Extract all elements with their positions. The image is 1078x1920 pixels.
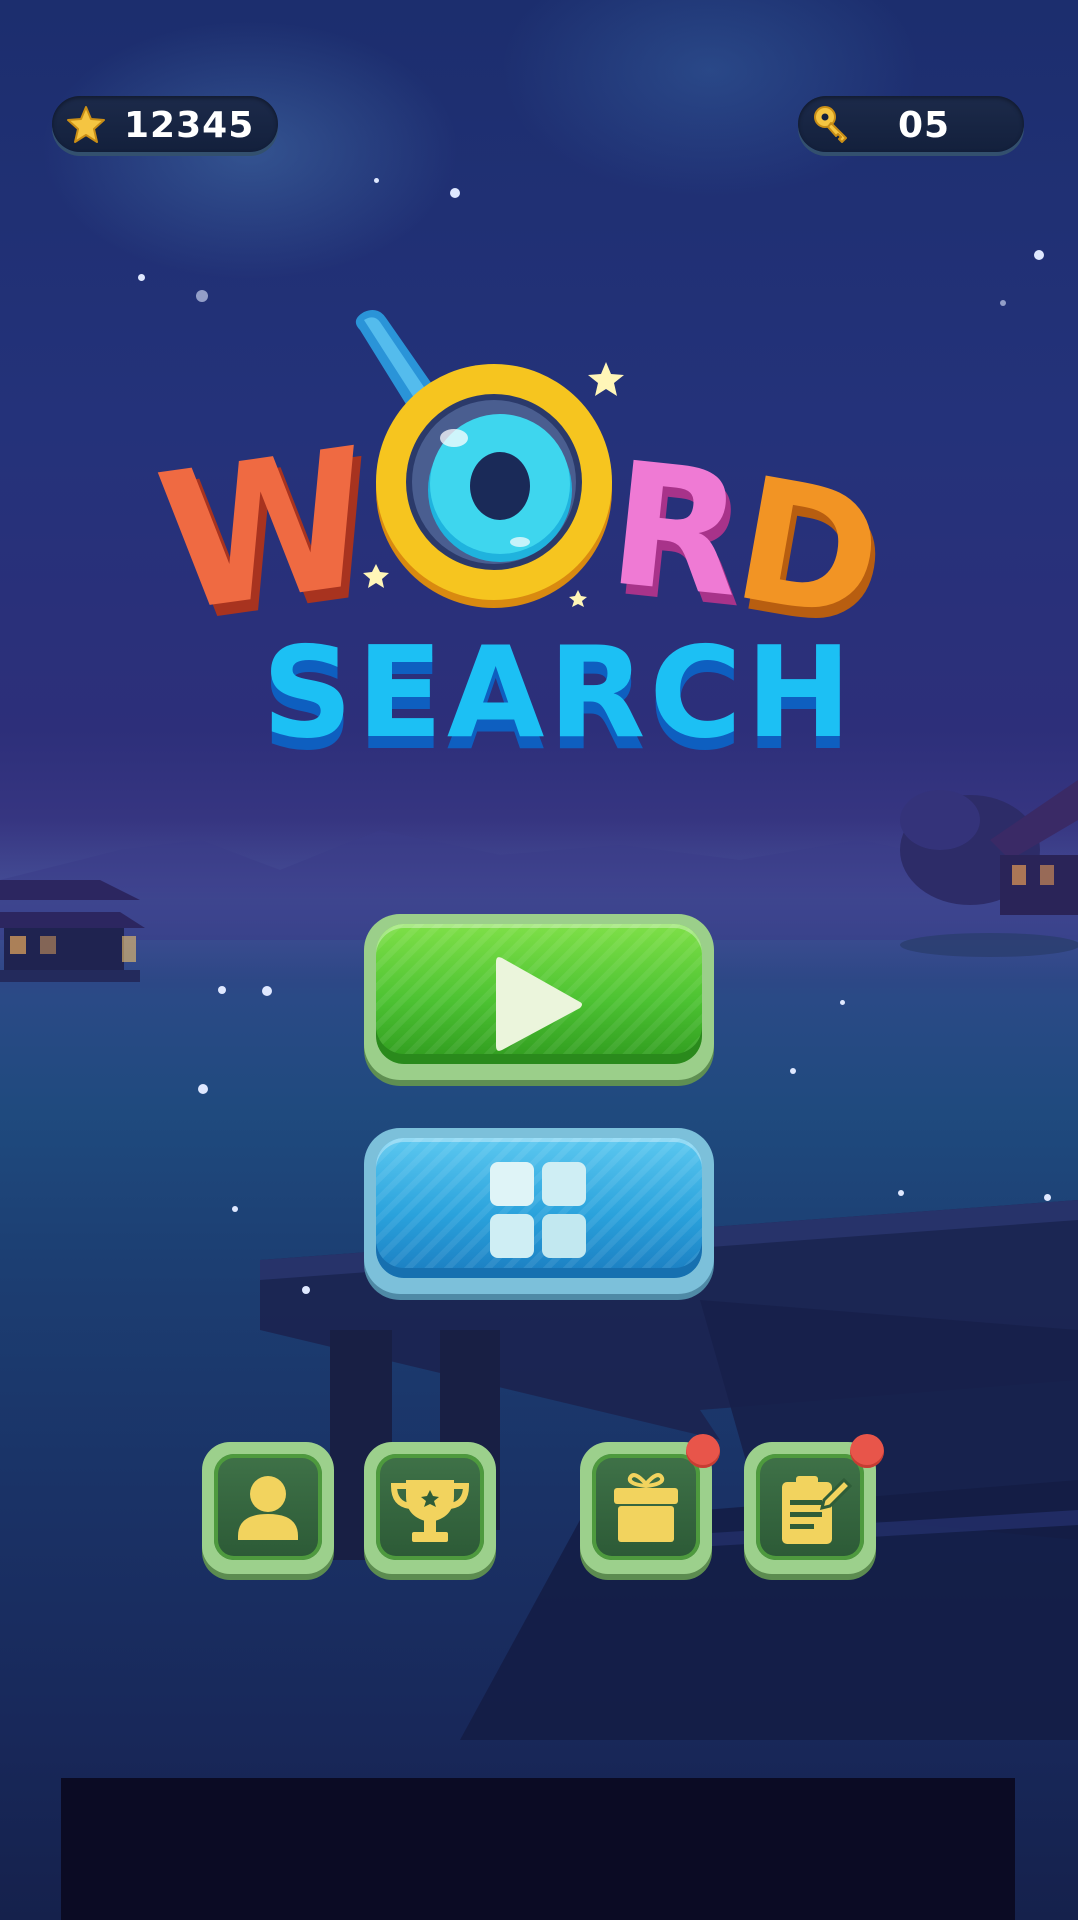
coin-count: 12345 (124, 105, 255, 146)
key-count: 05 (898, 105, 951, 146)
coin-counter[interactable]: 12345 (52, 96, 278, 152)
play-button[interactable] (364, 914, 714, 1080)
logo-letter-w: W (150, 407, 385, 655)
notification-badge (850, 1434, 884, 1468)
notification-badge (686, 1434, 720, 1468)
sparkle (138, 274, 145, 281)
sparkle (374, 178, 379, 183)
play-icon (496, 957, 582, 1051)
ad-banner-area[interactable] (61, 1778, 1015, 1920)
sparkle-star-icon (588, 362, 624, 396)
sparkle (1034, 250, 1044, 260)
sparkle (840, 1000, 845, 1005)
sparkle (450, 188, 460, 198)
user-icon (238, 1476, 298, 1540)
game-logo: W W R R D D SEARCH SEARCH (150, 310, 899, 760)
sparkle-star-icon (569, 590, 587, 607)
sparkle (198, 1084, 208, 1094)
sparkle (1000, 300, 1006, 306)
profile-button[interactable] (202, 1442, 334, 1574)
sparkle (898, 1190, 904, 1196)
sparkle (232, 1206, 238, 1212)
tasks-button[interactable] (744, 1434, 884, 1574)
key-icon (814, 106, 847, 143)
trophy-icon (390, 1480, 470, 1542)
levels-button[interactable] (364, 1128, 714, 1294)
play-button-face (376, 924, 702, 1064)
leaderboard-button[interactable] (364, 1442, 496, 1574)
logo-word: W W R R D D (150, 310, 899, 671)
pavilion-left (0, 880, 145, 982)
pavilion-right (900, 780, 1078, 957)
sparkle (262, 986, 272, 996)
star-icon (67, 106, 105, 143)
gift-button[interactable] (580, 1434, 720, 1574)
grid-icon (490, 1162, 586, 1258)
logo-search: SEARCH SEARCH (262, 619, 855, 760)
sparkle (302, 1286, 310, 1294)
sparkle (790, 1068, 796, 1074)
key-counter[interactable]: 05 (798, 96, 1024, 152)
sparkle (218, 986, 226, 994)
svg-text:SEARCH: SEARCH (262, 619, 855, 760)
sparkle (1044, 1194, 1051, 1201)
levels-button-face (376, 1138, 702, 1278)
